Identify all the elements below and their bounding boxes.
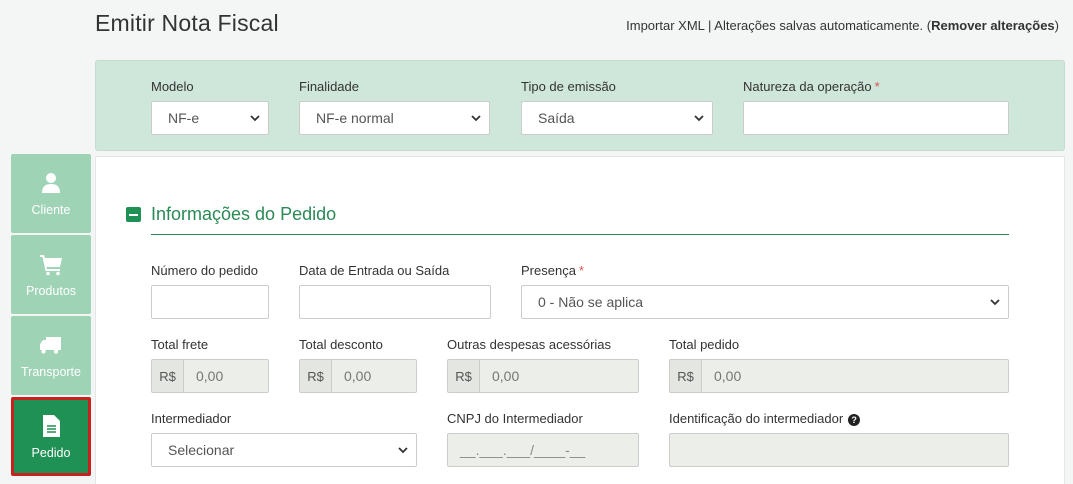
chevron-down-icon: [250, 115, 260, 122]
sidebar-item-label: Cliente: [31, 202, 71, 217]
cnpj-intermediador-input: __.___.___/____-__: [447, 433, 639, 467]
cart-icon: [40, 254, 62, 275]
currency-addon: R$: [151, 359, 183, 393]
sidebar-item-produtos[interactable]: Produtos: [11, 235, 91, 314]
total-desconto-field: Total desconto R$ 0,00: [299, 337, 417, 393]
help-icon[interactable]: ?: [848, 413, 861, 426]
presenca-select[interactable]: 0 - Não se aplica: [521, 285, 1009, 319]
natureza-input[interactable]: [743, 101, 1009, 135]
sidebar-item-pedido[interactable]: Pedido: [11, 397, 91, 476]
natureza-label: Natureza da operação *: [743, 79, 880, 94]
page-title: Emitir Nota Fiscal: [95, 10, 279, 36]
natureza-field: Natureza da operação *: [743, 79, 1009, 135]
section-divider: [151, 234, 1009, 235]
tipo-emissao-label: Tipo de emissão: [521, 79, 616, 94]
outras-despesas-input: 0,00: [479, 359, 639, 393]
total-pedido-field: Total pedido R$ 0,00: [669, 337, 1009, 393]
finalidade-value: NF-e normal: [316, 110, 394, 126]
collapse-toggle-icon[interactable]: [126, 207, 141, 222]
tipo-emissao-field: Tipo de emissão Saída: [521, 79, 713, 135]
sidebar-item-label: Transporte: [21, 364, 81, 379]
finalidade-select[interactable]: NF-e normal: [299, 101, 490, 135]
tipo-emissao-select[interactable]: Saída: [521, 101, 713, 135]
cnpj-intermediador-label: CNPJ do Intermediador: [447, 411, 583, 426]
presenca-label: Presença *: [521, 263, 584, 278]
identificacao-intermediador-field: Identificação do intermediador?: [669, 411, 1009, 467]
currency-addon: R$: [447, 359, 479, 393]
sidebar-item-cliente[interactable]: Cliente: [11, 154, 91, 233]
tipo-emissao-value: Saída: [538, 110, 575, 126]
cnpj-intermediador-field: CNPJ do Intermediador __.___.___/____-__: [447, 411, 639, 467]
finalidade-label: Finalidade: [299, 79, 359, 94]
total-desconto-input: 0,00: [331, 359, 417, 393]
sidebar-item-label: Pedido: [31, 445, 71, 460]
section-title: Informações do Pedido: [126, 204, 336, 225]
currency-addon: R$: [299, 359, 331, 393]
numero-pedido-field: Número do pedido: [151, 263, 269, 319]
total-frete-input: 0,00: [183, 359, 269, 393]
remove-changes-link[interactable]: Remover alterações: [931, 18, 1055, 33]
numero-pedido-label: Número do pedido: [151, 263, 258, 278]
outras-despesas-field: Outras despesas acessórias R$ 0,00: [447, 337, 639, 393]
total-pedido-label: Total pedido: [669, 337, 740, 352]
data-entrada-input[interactable]: [299, 285, 491, 319]
currency-addon: R$: [669, 359, 701, 393]
separator: |: [704, 18, 715, 33]
top-links: Importar XML | Alterações salvas automat…: [626, 18, 1059, 33]
intermediador-field: Intermediador Selecionar: [151, 411, 417, 467]
section-title-text: Informações do Pedido: [151, 204, 337, 224]
truck-icon: [40, 336, 61, 354]
modelo-select[interactable]: NF-e: [151, 101, 269, 135]
presenca-field: Presença * 0 - Não se aplica: [521, 263, 1009, 319]
close-paren: ): [1054, 18, 1059, 33]
sidebar-item-label: Produtos: [25, 283, 77, 298]
autosave-text: Alterações salvas automaticamente. (: [714, 18, 932, 33]
modelo-value: NF-e: [168, 110, 200, 126]
total-frete-field: Total frete R$ 0,00: [151, 337, 269, 393]
chevron-down-icon: [471, 115, 481, 122]
identificacao-intermediador-input: [669, 433, 1009, 467]
import-xml-link[interactable]: Importar XML: [626, 18, 704, 33]
chevron-down-icon: [990, 299, 1000, 306]
required-marker: *: [874, 79, 880, 94]
user-icon: [42, 172, 60, 193]
chevron-down-icon: [694, 115, 704, 122]
intermediador-value: Selecionar: [168, 442, 235, 458]
intermediador-label: Intermediador: [151, 411, 232, 426]
data-entrada-label: Data de Entrada ou Saída: [299, 263, 450, 278]
modelo-field: Modelo NF-e: [151, 79, 269, 135]
outras-despesas-label: Outras despesas acessórias: [447, 337, 612, 352]
presenca-value: 0 - Não se aplica: [538, 294, 644, 310]
chevron-down-icon: [398, 447, 408, 454]
finalidade-field: Finalidade NF-e normal: [299, 79, 490, 135]
modelo-label: Modelo: [151, 79, 194, 94]
identificacao-intermediador-label: Identificação do intermediador?: [669, 411, 1009, 426]
data-entrada-field: Data de Entrada ou Saída: [299, 263, 491, 319]
required-marker: *: [578, 263, 584, 278]
total-frete-label: Total frete: [151, 337, 209, 352]
document-icon: [43, 414, 60, 437]
total-pedido-input: 0,00: [701, 359, 1009, 393]
sidebar-item-transporte[interactable]: Transporte: [11, 316, 91, 395]
total-desconto-label: Total desconto: [299, 337, 383, 352]
intermediador-select[interactable]: Selecionar: [151, 433, 417, 467]
numero-pedido-input[interactable]: [151, 285, 269, 319]
